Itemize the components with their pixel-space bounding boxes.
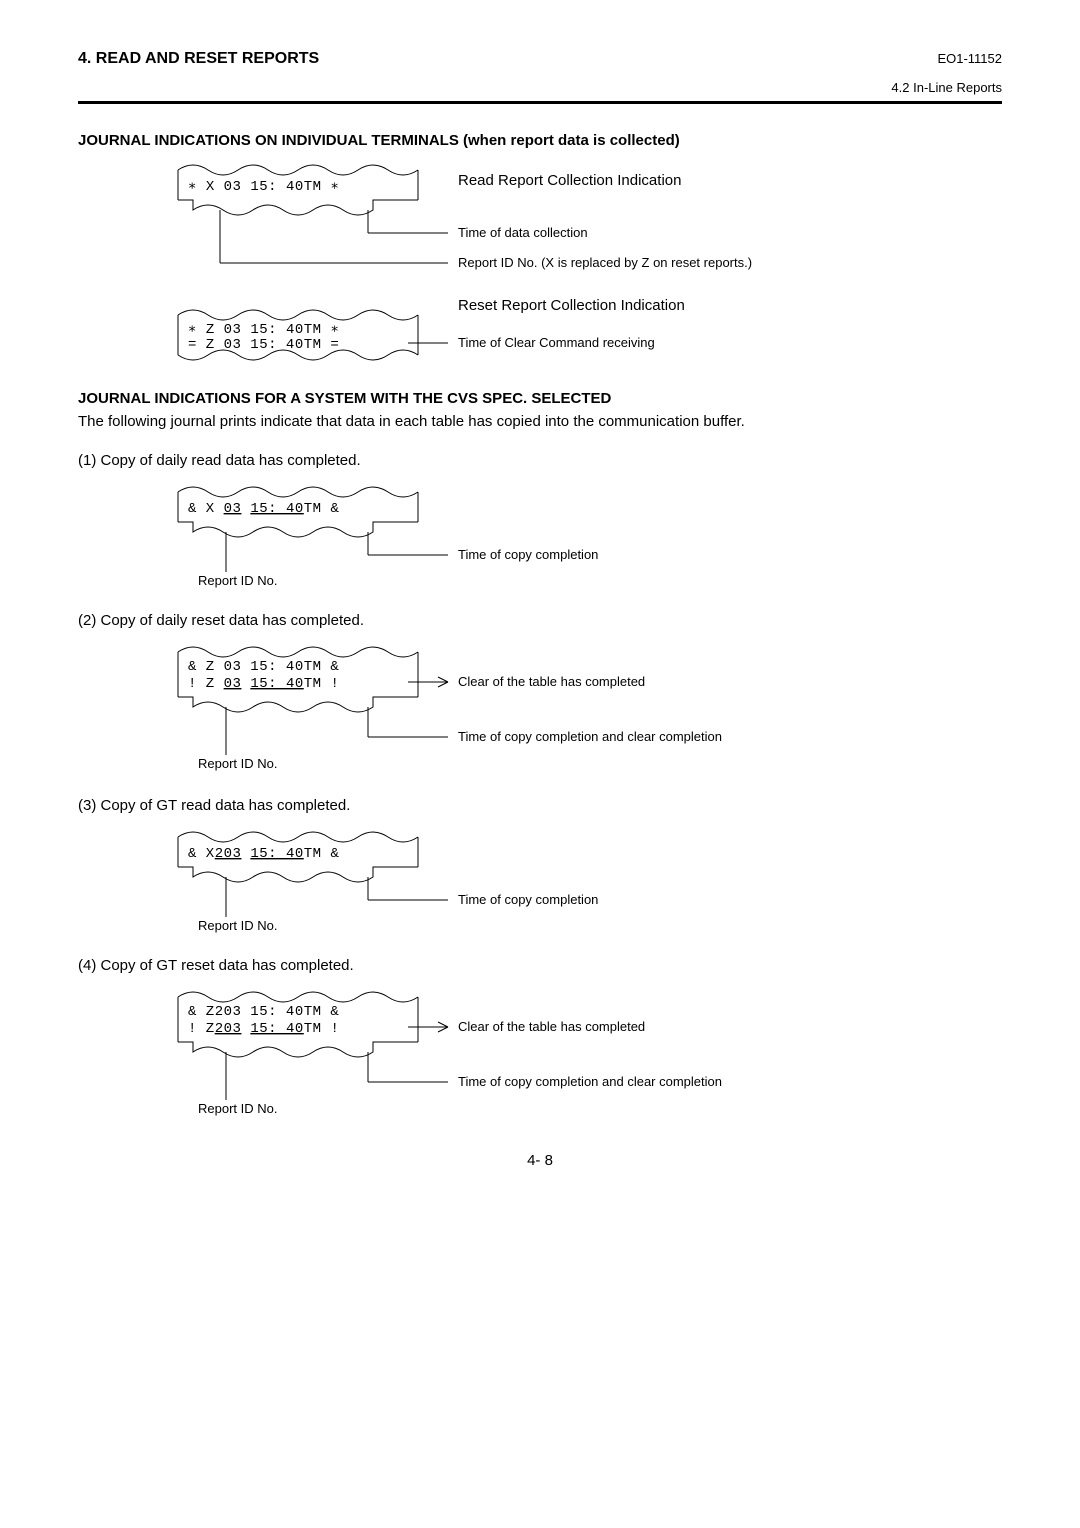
i2-ann-clear: Clear of the table has completed <box>458 674 645 689</box>
diagram-1: ∗ X 03 15: 40TM ∗ Read Report Collection… <box>168 155 1002 370</box>
header-rule <box>78 101 1002 104</box>
svg-text:! Z203: ! Z203 15: 40TM ! <box>188 1021 339 1037</box>
i2-ann-rep: Report ID No. <box>198 756 277 771</box>
item1-text: (1) Copy of daily read data has complete… <box>78 452 1002 469</box>
i3-ann-time: Time of copy completion <box>458 892 598 907</box>
item4-text: (4) Copy of GT reset data has completed. <box>78 957 1002 974</box>
i3-tm: TM & <box>304 846 340 862</box>
i2-r2-left: ! Z <box>188 676 215 692</box>
i3-left: & X <box>188 846 215 862</box>
doc-code: EO1-11152 <box>937 51 1002 66</box>
sub-header: 4.2 In-Line Reports <box>78 80 1002 95</box>
i4-r2-left: ! Z <box>188 1021 215 1037</box>
diagram-item1-svg: & X 03 15: 40TM & Time of copy completio… <box>168 477 788 592</box>
i1-ann-time: Time of copy completion <box>458 547 598 562</box>
svg-text:! Z 03: ! Z 03 15: 40TM ! <box>188 676 339 692</box>
svg-text:& X203: & X203 15: 40TM & <box>188 846 339 862</box>
i2-r2-id: 03 <box>224 676 242 692</box>
header-title: 4. READ AND RESET REPORTS <box>78 50 319 68</box>
ann-time-clear: Time of Clear Command receiving <box>458 335 655 350</box>
section2-intro: The following journal prints indicate th… <box>78 413 1002 430</box>
i2-r2-time: 15: 40 <box>250 676 303 692</box>
i4-r2-id: 203 <box>215 1021 242 1037</box>
svg-text:& X 03: & X 03 15: 40TM & <box>188 501 339 517</box>
i4-ann-rep: Report ID No. <box>198 1101 277 1116</box>
i2-ann-time: Time of copy completion and clear comple… <box>458 729 722 744</box>
i1-tm: TM & <box>304 501 340 517</box>
i2-r2-tm: TM ! <box>304 676 340 692</box>
ann-reset-title: Reset Report Collection Indication <box>458 297 685 314</box>
i3-time: 15: 40 <box>250 846 303 862</box>
item2-text: (2) Copy of daily reset data has complet… <box>78 612 1002 629</box>
i1-id: 03 <box>224 501 242 517</box>
i4-ann-time: Time of copy completion and clear comple… <box>458 1074 722 1089</box>
diagram-item3: & X203 15: 40TM & Time of copy completio… <box>168 822 1002 937</box>
ann-time-data: Time of data collection <box>458 225 588 240</box>
page-number: 4- 8 <box>78 1152 1002 1169</box>
section1-heading: JOURNAL INDICATIONS ON INDIVIDUAL TERMIN… <box>78 132 1002 149</box>
i1-left: & X <box>188 501 215 517</box>
item3-text: (3) Copy of GT read data has completed. <box>78 797 1002 814</box>
i3-ann-rep: Report ID No. <box>198 918 277 933</box>
receipt2-line2: = Z 03 15: 40TM = <box>188 337 339 353</box>
i1-time: 15: 40 <box>250 501 303 517</box>
diagram-1-svg: ∗ X 03 15: 40TM ∗ Read Report Collection… <box>168 155 888 370</box>
ann-read-title: Read Report Collection Indication <box>458 172 681 189</box>
section2-heading: JOURNAL INDICATIONS FOR A SYSTEM WITH TH… <box>78 390 1002 407</box>
ann-report-id: Report ID No. (X is replaced by Z on res… <box>458 255 752 270</box>
diagram-item4: & Z203 15: 40TM & ! Z203 15: 40TM ! Clea… <box>168 982 1002 1122</box>
receipt1-line: ∗ X 03 15: 40TM ∗ <box>188 179 339 195</box>
i4-r2-tm: TM ! <box>304 1021 340 1037</box>
diagram-item2: & Z 03 15: 40TM & ! Z 03 15: 40TM ! Clea… <box>168 637 1002 777</box>
diagram-item4-svg: & Z203 15: 40TM & ! Z203 15: 40TM ! Clea… <box>168 982 788 1122</box>
i1-ann-rep: Report ID No. <box>198 573 277 588</box>
page-header: 4. READ AND RESET REPORTS EO1-11152 <box>78 50 1002 68</box>
i4-r2-time: 15: 40 <box>250 1021 303 1037</box>
diagram-item2-svg: & Z 03 15: 40TM & ! Z 03 15: 40TM ! Clea… <box>168 637 788 777</box>
diagram-item3-svg: & X203 15: 40TM & Time of copy completio… <box>168 822 788 937</box>
diagram-item1: & X 03 15: 40TM & Time of copy completio… <box>168 477 1002 592</box>
i2-r1: & Z 03 15: 40TM & <box>188 659 339 675</box>
i4-r1: & Z203 15: 40TM & <box>188 1004 339 1020</box>
i4-ann-clear: Clear of the table has completed <box>458 1019 645 1034</box>
i3-id: 203 <box>215 846 242 862</box>
receipt2-line1: ∗ Z 03 15: 40TM ∗ <box>188 322 339 338</box>
